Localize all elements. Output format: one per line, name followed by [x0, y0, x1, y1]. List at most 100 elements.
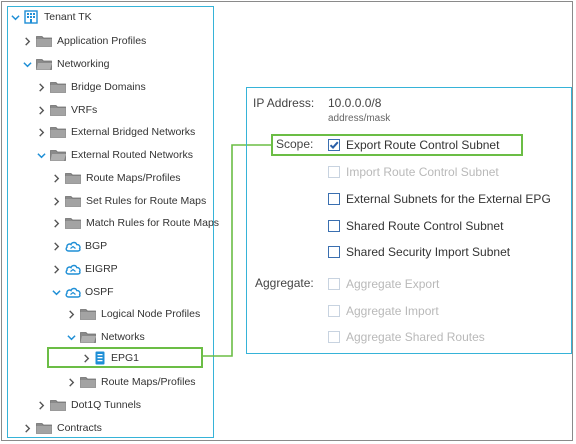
ip-address-hint: address/mask: [328, 113, 391, 124]
tree-item-label: Route Maps/Profiles: [101, 376, 196, 388]
tree-item-ospf-route-maps-profiles[interactable]: Route Maps/Profiles: [66, 373, 196, 391]
folder-icon: [36, 35, 52, 47]
chevron-right-icon[interactable]: [51, 241, 61, 251]
folder-icon: [80, 376, 96, 388]
tree-item-label: EIGRP: [85, 263, 118, 275]
chevron-down-icon[interactable]: [22, 59, 32, 69]
chevron-right-icon[interactable]: [81, 353, 91, 363]
tree-item-match-rules[interactable]: Match Rules for Route Maps: [51, 214, 219, 232]
option-label: Aggregate Shared Routes: [346, 330, 485, 344]
option-label: Aggregate Export: [346, 277, 440, 291]
chevron-down-icon[interactable]: [51, 287, 61, 297]
chevron-right-icon[interactable]: [51, 196, 61, 206]
tree-item-eigrp[interactable]: EIGRP: [51, 260, 118, 278]
folder-open-icon: [36, 58, 52, 70]
checkbox-unchecked-icon[interactable]: [328, 220, 340, 232]
checkbox-disabled-icon: [328, 166, 340, 178]
tree-item-label: Match Rules for Route Maps: [86, 217, 220, 229]
folder-icon: [65, 172, 81, 184]
chevron-right-icon[interactable]: [36, 400, 46, 410]
chevron-right-icon[interactable]: [51, 218, 61, 228]
folder-open-icon: [50, 149, 66, 161]
tree-item-set-rules[interactable]: Set Rules for Route Maps: [51, 192, 206, 210]
scope-label: Scope:: [276, 137, 314, 151]
tree-item-label: Bridge Domains: [71, 81, 146, 93]
tree-item-label: Networking: [57, 58, 110, 70]
option-label: Export Route Control Subnet: [346, 138, 500, 152]
aggregate-label: Aggregate:: [255, 276, 314, 290]
external-subnets-checkbox[interactable]: External Subnets for the External EPG: [328, 192, 551, 206]
checkbox-disabled-icon: [328, 305, 340, 317]
chevron-right-icon[interactable]: [51, 173, 61, 183]
tree-item-epg1[interactable]: EPG1: [81, 349, 139, 367]
tree-item-bgp[interactable]: BGP: [51, 237, 107, 255]
tree-item-tenant[interactable]: Tenant TK: [10, 8, 92, 26]
shared-route-control-checkbox[interactable]: Shared Route Control Subnet: [328, 219, 503, 233]
tree-item-label: Application Profiles: [57, 35, 147, 47]
tree-item-route-maps-profiles[interactable]: Route Maps/Profiles: [51, 169, 181, 187]
tree-item-label: Route Maps/Profiles: [86, 172, 181, 184]
tree-item-dot1q-tunnels[interactable]: Dot1Q Tunnels: [36, 396, 141, 414]
checkbox-checked-icon[interactable]: [328, 139, 340, 151]
tree-item-label: Contracts: [57, 422, 102, 434]
tree-item-label: VRFs: [71, 104, 98, 116]
tree-item-label: OSPF: [85, 286, 114, 298]
chevron-right-icon[interactable]: [36, 105, 46, 115]
cloud-protocol-icon: [65, 263, 81, 275]
option-label: External Subnets for the External EPG: [346, 192, 551, 206]
folder-icon: [50, 126, 66, 138]
checkbox-disabled-icon: [328, 278, 340, 290]
aggregate-import-checkbox: Aggregate Import: [328, 304, 439, 318]
ip-address-label: IP Address:: [253, 96, 315, 110]
chevron-right-icon[interactable]: [22, 36, 32, 46]
option-label: Shared Security Import Subnet: [346, 245, 511, 259]
tree-item-external-bridged-networks[interactable]: External Bridged Networks: [36, 123, 195, 141]
tree-item-contracts[interactable]: Contracts: [22, 419, 102, 437]
option-label: Import Route Control Subnet: [346, 165, 499, 179]
option-label: Shared Route Control Subnet: [346, 219, 504, 233]
tree-item-networking[interactable]: Networking: [22, 55, 110, 73]
chevron-right-icon[interactable]: [22, 423, 32, 433]
folder-icon: [65, 217, 81, 229]
tree-item-bridge-domains[interactable]: Bridge Domains: [36, 78, 146, 96]
chevron-down-icon[interactable]: [10, 12, 20, 22]
chevron-right-icon[interactable]: [51, 264, 61, 274]
shared-security-import-checkbox[interactable]: Shared Security Import Subnet: [328, 245, 510, 259]
tree-item-label: Set Rules for Route Maps: [86, 195, 207, 207]
cloud-protocol-icon: [65, 240, 81, 252]
chevron-right-icon[interactable]: [36, 127, 46, 137]
tree-item-label: Logical Node Profiles: [101, 308, 201, 320]
tree-item-logical-node-profiles[interactable]: Logical Node Profiles: [66, 305, 200, 323]
aggregate-shared-routes-checkbox: Aggregate Shared Routes: [328, 330, 485, 344]
chevron-down-icon[interactable]: [36, 150, 46, 160]
tree-item-label: External Routed Networks: [71, 149, 193, 161]
tree-item-label: Tenant TK: [44, 11, 92, 23]
chevron-right-icon[interactable]: [66, 309, 76, 319]
tree-item-vrfs[interactable]: VRFs: [36, 101, 97, 119]
tree-item-ospf[interactable]: OSPF: [51, 283, 114, 301]
tenant-icon: [24, 10, 38, 24]
chevron-right-icon[interactable]: [66, 377, 76, 387]
folder-icon: [50, 399, 66, 411]
checkbox-unchecked-icon[interactable]: [328, 246, 340, 258]
chevron-down-icon[interactable]: [66, 332, 76, 342]
folder-icon: [50, 104, 66, 116]
checkbox-unchecked-icon[interactable]: [328, 193, 340, 205]
ip-address-value[interactable]: 10.0.0.0/8: [328, 96, 381, 110]
tree-item-label: EPG1: [111, 352, 140, 364]
tree-item-networks[interactable]: Networks: [66, 328, 145, 346]
cloud-protocol-icon: [65, 286, 81, 298]
tree-item-label: BGP: [85, 240, 108, 252]
folder-icon: [50, 81, 66, 93]
tree-item-application-profiles[interactable]: Application Profiles: [22, 32, 146, 50]
tree-item-label: Dot1Q Tunnels: [71, 399, 142, 411]
tree-item-external-routed-networks[interactable]: External Routed Networks: [36, 146, 193, 164]
folder-icon: [80, 308, 96, 320]
checkbox-disabled-icon: [328, 331, 340, 343]
tree-item-label: External Bridged Networks: [71, 126, 196, 138]
export-route-control-checkbox[interactable]: Export Route Control Subnet: [328, 138, 499, 152]
import-route-control-checkbox: Import Route Control Subnet: [328, 165, 499, 179]
folder-open-icon: [80, 331, 96, 343]
chevron-right-icon[interactable]: [36, 82, 46, 92]
folder-icon: [36, 422, 52, 434]
